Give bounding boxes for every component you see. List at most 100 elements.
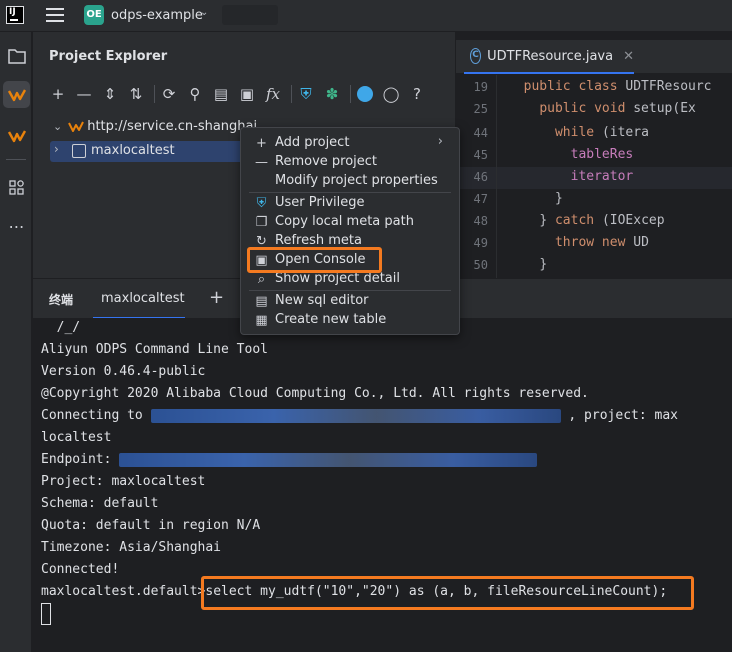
remove-icon[interactable]: — xyxy=(73,83,95,105)
collapse-all-icon[interactable]: ⇅ xyxy=(125,83,147,105)
menu-separator xyxy=(249,192,451,193)
tree-item-maxlocaltest[interactable]: › maxlocaltest xyxy=(50,141,256,162)
chevron-down-icon[interactable]: ⌄ xyxy=(53,120,62,133)
tree-item-endpoint[interactable]: ⌄ http://service.cn-shanghai. xyxy=(53,119,261,134)
tab-maxlocaltest[interactable]: maxlocaltest xyxy=(93,279,185,319)
open-console-highlight-box xyxy=(247,247,382,273)
add-icon[interactable]: + xyxy=(47,83,69,105)
menu-item-add-project[interactable]: + Add project › xyxy=(241,134,459,153)
terminal-line: Endpoint: xyxy=(41,452,538,474)
code-line[interactable]: 45 tableRes xyxy=(456,145,732,167)
minus-icon: — xyxy=(255,155,268,170)
project-badge[interactable]: OE xyxy=(84,5,104,25)
line-number: 46 xyxy=(473,170,488,184)
code-line[interactable]: 50 } xyxy=(456,255,732,277)
document-icon[interactable]: ▤ xyxy=(210,83,232,105)
code-line[interactable]: 44 while (itera xyxy=(456,123,732,145)
detail-search-icon: ⌕ xyxy=(257,272,266,287)
menu-item-copy-local-meta-path[interactable]: ❐ Copy local meta path xyxy=(241,213,459,232)
function-icon[interactable]: fx xyxy=(262,83,284,105)
menu-item-label: Modify project properties xyxy=(275,173,438,188)
odps-explorer-icon[interactable] xyxy=(3,81,30,108)
code-text: } xyxy=(554,191,563,206)
project-label: , project: max xyxy=(560,408,678,423)
bug-icon[interactable]: ✽ xyxy=(321,83,343,105)
help-icon[interactable]: ? xyxy=(406,83,428,105)
code-text: tableRes xyxy=(570,147,634,162)
code-line[interactable]: 46 iterator xyxy=(456,167,732,189)
package-icon[interactable]: ▣ xyxy=(236,83,258,105)
sql-file-icon: ▤ xyxy=(255,294,268,309)
plus-icon: + xyxy=(256,136,267,151)
menu-item-label: Copy local meta path xyxy=(275,214,414,229)
chart-icon[interactable] xyxy=(354,83,376,105)
terminal-output[interactable]: /_/ Aliyun ODPS Command Line Tool Versio… xyxy=(33,318,732,652)
chevron-down-icon[interactable]: ⌄ xyxy=(200,7,208,18)
main-menu-icon[interactable] xyxy=(46,8,64,22)
terminal-line: Connecting to , project: max xyxy=(41,408,678,430)
sync-icon[interactable]: ⟳ xyxy=(158,83,180,105)
feedback-icon[interactable]: ◯ xyxy=(380,83,402,105)
divider xyxy=(350,85,351,103)
terminal-line: Timezone: Asia/Shanghai xyxy=(41,540,222,555)
line-number: 44 xyxy=(473,126,488,140)
code-text: while (itera xyxy=(554,125,649,140)
context-menu: + Add project › — Remove project Modify proje… xyxy=(240,127,460,335)
menu-separator xyxy=(249,290,451,291)
intellij-logo-icon[interactable]: IJ xyxy=(6,6,24,24)
line-number: 25 xyxy=(473,102,488,116)
terminal-line: @Copyright 2020 Alibaba Cloud Computing … xyxy=(41,386,589,401)
tab-label: UDTFResource.java xyxy=(487,48,614,64)
chevron-right-icon[interactable]: › xyxy=(54,142,59,156)
menu-item-create-new-table[interactable]: ▦ Create new table xyxy=(241,311,459,330)
code-line[interactable]: 47 } xyxy=(456,189,732,211)
menu-item-remove-project[interactable]: — Remove project xyxy=(241,153,459,172)
code-line[interactable]: 49 throw new UD xyxy=(456,233,732,255)
tab-udtfresource[interactable]: C UDTFResource.java ✕ xyxy=(464,40,634,74)
connecting-label: Connecting to xyxy=(41,408,151,423)
terminal-line: Connected! xyxy=(41,562,120,577)
terminal-line: Quota: default in region N/A xyxy=(41,518,261,533)
line-number: 50 xyxy=(473,258,488,272)
odps-icon xyxy=(68,120,85,134)
endpoint-label: Endpoint: xyxy=(41,452,120,467)
code-line[interactable]: 19 public class UDTFResourc xyxy=(456,77,732,99)
line-number: 19 xyxy=(473,80,488,94)
chevron-right-icon: › xyxy=(437,134,443,149)
panel-title: Project Explorer xyxy=(49,49,168,64)
title-bar: IJ OE odps-example ⌄ xyxy=(0,0,732,32)
menu-item-label: User Privilege xyxy=(275,195,365,210)
code-editor[interactable]: 19 public class UDTFResourc 25 public voi… xyxy=(456,75,732,278)
menu-item-label: Remove project xyxy=(275,154,378,169)
odps-tool-icon[interactable] xyxy=(3,122,30,149)
close-icon[interactable]: ✕ xyxy=(623,49,634,64)
terminal-line: Project: maxlocaltest xyxy=(41,474,206,489)
plugins-icon[interactable] xyxy=(3,174,30,201)
terminal-line: Schema: default xyxy=(41,496,159,511)
menu-item-label: Refresh meta xyxy=(275,233,362,248)
table-icon: ▦ xyxy=(255,313,268,328)
new-tab-icon[interactable]: + xyxy=(209,287,224,308)
line-number: 49 xyxy=(473,236,488,250)
menu-item-modify-project-properties[interactable]: Modify project properties xyxy=(241,172,459,191)
left-tool-strip: ⋯ xyxy=(0,32,32,652)
project-name[interactable]: odps-example xyxy=(111,8,203,23)
code-text: } xyxy=(539,257,548,272)
menu-item-new-sql-editor[interactable]: ▤ New sql editor xyxy=(241,292,459,311)
code-line[interactable]: 25 public void setup(Ex xyxy=(456,99,732,121)
divider xyxy=(291,85,292,103)
expand-all-icon[interactable]: ⇕ xyxy=(99,83,121,105)
menu-item-user-privilege[interactable]: ⛨ User Privilege xyxy=(241,194,459,213)
redacted-url xyxy=(150,408,561,423)
shield-icon[interactable]: ⛨ xyxy=(295,83,317,105)
code-text: throw new UD xyxy=(554,235,649,250)
redacted-endpoint xyxy=(119,452,538,467)
java-class-icon: C xyxy=(470,48,482,64)
folder-icon[interactable] xyxy=(3,42,30,69)
prompt: maxlocaltest.default> xyxy=(41,584,206,599)
search-meta-icon[interactable]: ⚲ xyxy=(184,83,206,105)
more-icon[interactable]: ⋯ xyxy=(3,213,30,240)
code-text: iterator xyxy=(570,169,634,184)
code-line[interactable]: 48 } catch (IOExcep xyxy=(456,211,732,233)
gutter-divider xyxy=(496,75,497,278)
